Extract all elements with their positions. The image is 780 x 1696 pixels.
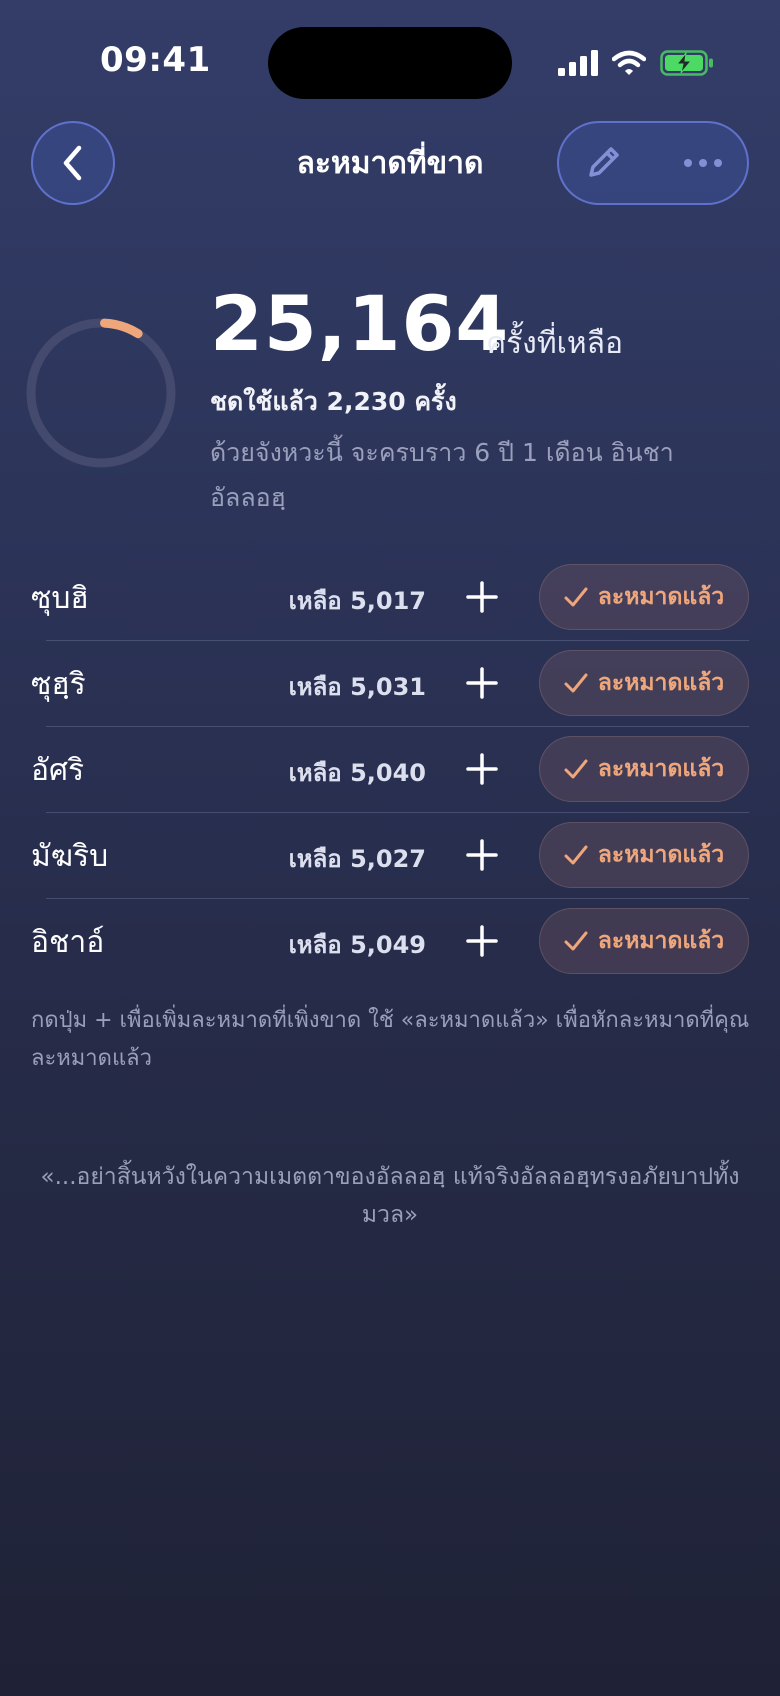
check-icon — [564, 931, 588, 951]
prayer-remaining: เหลือ 5,040 — [288, 759, 426, 787]
page-title: ละหมาดที่ขาด — [296, 146, 484, 181]
more-dots-icon — [684, 159, 722, 167]
status-time: 09:41 — [100, 40, 211, 80]
progress-ring — [26, 318, 176, 468]
prayed-button[interactable]: ละหมาดแล้ว — [539, 564, 749, 630]
more-button[interactable] — [673, 133, 733, 193]
prayer-row-zuhr: ซุฮฺริ เหลือ 5,031 ละหมาดแล้ว — [0, 641, 780, 727]
prayed-button-label: ละหมาดแล้ว — [597, 928, 725, 954]
signal-icon — [558, 50, 598, 76]
prayed-button-label: ละหมาดแล้ว — [597, 670, 725, 696]
prayer-name: อัศริ — [31, 753, 85, 788]
prayer-remaining: เหลือ 5,027 — [288, 845, 426, 873]
back-button[interactable] — [31, 121, 115, 205]
quote-text: «...อย่าสิ้นหวังในความเมตตาของอัลลอฮฺ แท… — [40, 1164, 740, 1228]
prayer-row-isha: อิชาอ์ เหลือ 5,049 ละหมาดแล้ว — [0, 899, 780, 985]
wifi-icon — [612, 50, 646, 75]
plus-icon[interactable] — [462, 663, 502, 703]
check-icon — [564, 759, 588, 779]
progress-arc — [99, 318, 143, 339]
prayer-row-maghrib: มัฆริบ เหลือ 5,027 ละหมาดแล้ว — [0, 813, 780, 899]
used-count: ชดใช้แล้ว 2,230 ครั้ง — [210, 387, 457, 416]
plus-icon[interactable] — [462, 835, 502, 875]
prayed-button-label: ละหมาดแล้ว — [597, 584, 725, 610]
plus-icon[interactable] — [462, 749, 502, 789]
prayer-row-asr: อัศริ เหลือ 5,040 ละหมาดแล้ว — [0, 727, 780, 813]
check-icon — [564, 587, 588, 607]
chevron-left-icon — [63, 145, 82, 181]
battery-charging-icon — [660, 50, 713, 76]
prayed-button-label: ละหมาดแล้ว — [597, 842, 725, 868]
prayer-remaining: เหลือ 5,049 — [288, 931, 426, 959]
remaining-count: 25,164 — [210, 279, 510, 368]
prayer-remaining: เหลือ 5,031 — [288, 673, 426, 701]
prayer-row-subh: ซุบฮิ เหลือ 5,017 ละหมาดแล้ว — [0, 555, 780, 641]
plus-icon[interactable] — [462, 921, 502, 961]
prayer-name: ซุบฮิ — [31, 581, 89, 616]
prayer-name: อิชาอ์ — [31, 925, 105, 960]
prayer-name: มัฆริบ — [31, 839, 109, 874]
plus-icon[interactable] — [462, 577, 502, 617]
prayed-button[interactable]: ละหมาดแล้ว — [539, 736, 749, 802]
dynamic-island — [268, 27, 512, 99]
check-icon — [564, 845, 588, 865]
prayed-button[interactable]: ละหมาดแล้ว — [539, 908, 749, 974]
edit-button[interactable] — [573, 133, 633, 193]
usage-hint: กดปุ่ม + เพื่อเพิ่มละหมาดที่เพิ่งขาด ใช้… — [31, 1008, 750, 1071]
prayed-button[interactable]: ละหมาดแล้ว — [539, 822, 749, 888]
prayer-name: ซุฮฺริ — [31, 667, 86, 702]
completion-estimate: ด้วยจังหวะนี้ จะครบราว 6 ปี 1 เดือน อินช… — [210, 438, 674, 512]
remaining-label: ครั้งที่เหลือ — [486, 326, 624, 361]
status-icons — [558, 44, 714, 82]
prayed-button[interactable]: ละหมาดแล้ว — [539, 650, 749, 716]
action-pill — [557, 121, 749, 205]
prayer-remaining: เหลือ 5,017 — [288, 587, 426, 615]
pencil-icon — [589, 147, 619, 177]
prayed-button-label: ละหมาดแล้ว — [597, 756, 725, 782]
check-icon — [564, 673, 588, 693]
